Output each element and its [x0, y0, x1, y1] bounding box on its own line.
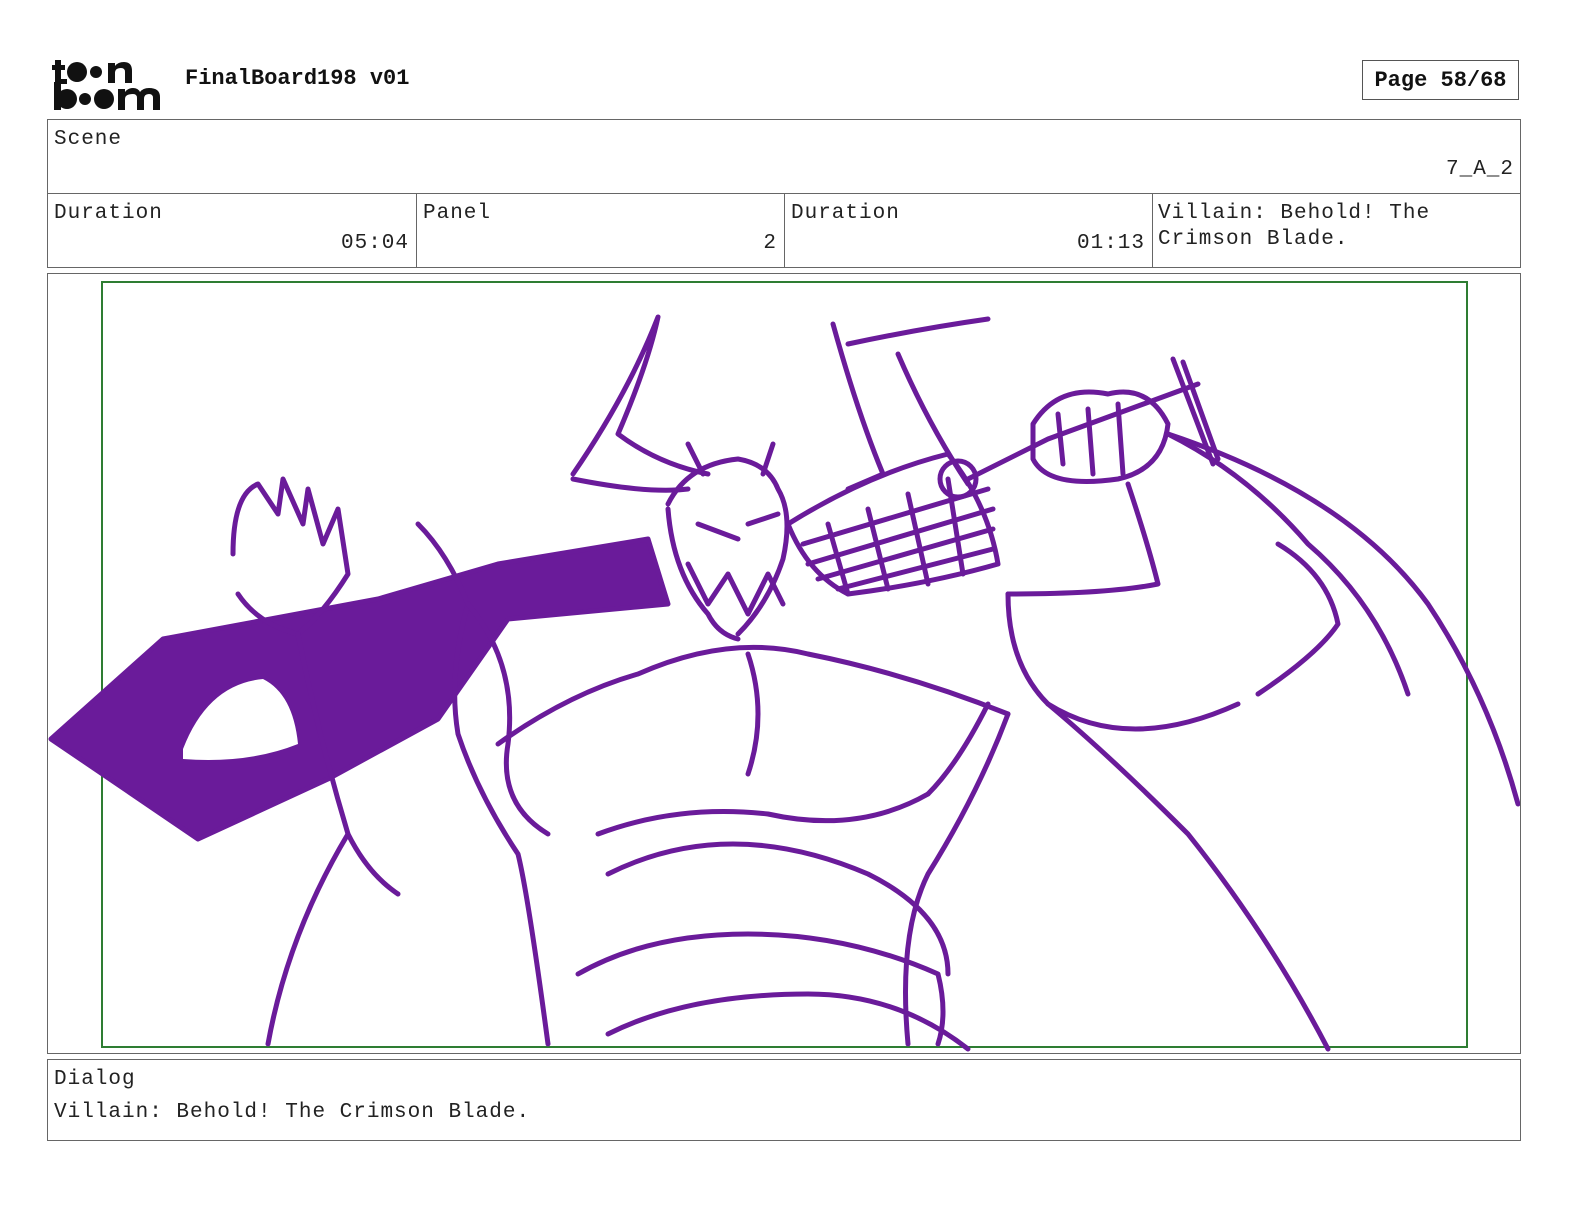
info-table: Scene 7_A_2 Duration 05:04 Panel 2 Durat… — [47, 119, 1521, 268]
panel-note-cell: Villain: Behold! The Crimson Blade. — [1153, 194, 1519, 267]
dialog-text: Villain: Behold! The Crimson Blade. — [54, 1101, 531, 1124]
toon-boom-logo — [52, 60, 160, 110]
panel-cell: Panel 2 — [417, 194, 785, 267]
scene-duration-value: 05:04 — [340, 232, 409, 255]
panel-duration-value: 01:13 — [1076, 232, 1145, 255]
scene-duration-label: Duration — [54, 202, 163, 225]
panel-value: 2 — [763, 232, 777, 255]
storyboard-panel — [47, 273, 1521, 1054]
dialog-label: Dialog — [54, 1068, 136, 1091]
page-indicator: Page 58/68 — [1362, 60, 1519, 100]
scene-label: Scene — [54, 128, 123, 151]
dialog-box: Dialog Villain: Behold! The Crimson Blad… — [47, 1059, 1521, 1141]
panel-duration-label: Duration — [791, 202, 900, 225]
scene-row: Scene 7_A_2 — [48, 120, 1520, 194]
detail-row: Duration 05:04 Panel 2 Duration 01:13 Vi… — [48, 194, 1520, 267]
panel-label: Panel — [423, 202, 492, 225]
scene-value: 7_A_2 — [1445, 158, 1514, 181]
panel-note: Villain: Behold! The Crimson Blade. — [1158, 202, 1431, 251]
project-title: FinalBoard198 v01 — [185, 66, 410, 91]
scene-duration-cell: Duration 05:04 — [48, 194, 417, 267]
villain-sketch — [48, 314, 1520, 1052]
sketch-drawing — [48, 281, 1520, 1052]
panel-duration-cell: Duration 01:13 — [785, 194, 1153, 267]
